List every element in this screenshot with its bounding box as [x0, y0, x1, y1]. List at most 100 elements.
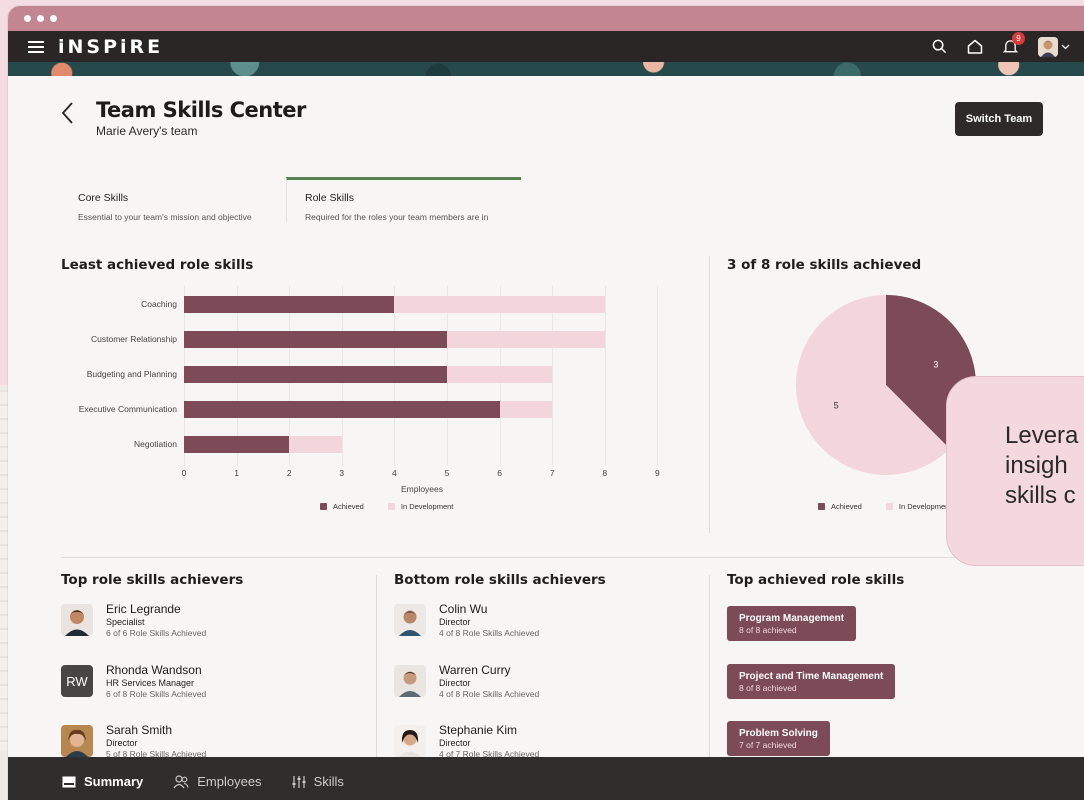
- nav-label: Summary: [84, 774, 144, 789]
- tab-core-skills[interactable]: Core Skills Essential to your team's mis…: [60, 177, 286, 222]
- top-achievers-title: Top role skills achievers: [61, 572, 244, 588]
- bar-in-development: [499, 401, 553, 418]
- bar-chart-legend: Achieved In Development: [320, 502, 453, 511]
- skill-name: Project and Time Management: [739, 671, 884, 682]
- home-icon[interactable]: [967, 39, 983, 54]
- column-divider: [376, 575, 377, 770]
- tab-label: Core Skills: [78, 192, 129, 204]
- bottom-navigation: Summary Employees Skills: [8, 757, 1084, 800]
- avatar: RW: [61, 665, 93, 697]
- top-achiever-item[interactable]: Sarah Smith Director 5 of 8 Role Skills …: [61, 723, 206, 759]
- window-close-dot[interactable]: [24, 15, 31, 22]
- grid-line: [657, 286, 659, 466]
- avatar: [61, 725, 93, 757]
- x-tick-label: 4: [392, 468, 397, 478]
- skill-pill[interactable]: Project and Time Management 8 of 8 achie…: [727, 664, 896, 699]
- pie-slice-label: 3: [933, 359, 938, 369]
- user-avatar: [1038, 36, 1058, 57]
- person-role: Director: [439, 738, 471, 748]
- person-name: Stephanie Kim: [439, 723, 518, 737]
- least-achieved-title: Least achieved role skills: [61, 257, 254, 273]
- bar-category-label: Executive Communication: [78, 404, 177, 414]
- tab-role-skills[interactable]: Role Skills Required for the roles your …: [286, 177, 521, 222]
- window-maximize-dot[interactable]: [50, 15, 57, 22]
- nav-summary[interactable]: Summary: [62, 774, 143, 789]
- skill-pill[interactable]: Problem Solving 7 of 7 achieved: [727, 721, 830, 756]
- bar-achieved: [184, 366, 447, 383]
- bottom-achievers-title: Bottom role skills achievers: [394, 572, 606, 588]
- person-role: Director: [106, 738, 138, 748]
- person-role: HR Services Manager: [106, 678, 195, 688]
- page-header: Team Skills Center Marie Avery's team: [60, 98, 306, 138]
- bar-in-development: [447, 366, 553, 383]
- window-minimize-dot[interactable]: [37, 15, 44, 22]
- legend-swatch: [818, 503, 825, 510]
- bar-in-development: [289, 436, 342, 453]
- grid-line: [604, 286, 606, 466]
- back-button[interactable]: [60, 98, 86, 128]
- bar-in-development: [394, 296, 605, 313]
- skill-name: Problem Solving: [739, 728, 818, 739]
- top-achiever-item[interactable]: RW Rhonda Wandson HR Services Manager 6 …: [61, 663, 206, 699]
- page-title: Team Skills Center: [96, 98, 306, 122]
- legend-label: In Development: [898, 502, 952, 511]
- bar-category-label: Negotiation: [133, 439, 177, 449]
- person-name: Colin Wu: [439, 602, 488, 616]
- skill-count: 8 of 8 achieved: [739, 683, 797, 693]
- bar-achieved: [184, 296, 395, 313]
- brand-logo: iNSPiRE: [58, 35, 164, 58]
- callout-line: Levera: [1005, 422, 1079, 449]
- skill-count: 7 of 7 achieved: [739, 740, 797, 750]
- search-icon[interactable]: [932, 39, 947, 54]
- person-role: Director: [439, 678, 471, 688]
- avatar: [394, 604, 426, 636]
- skill-pill[interactable]: Program Management 8 of 8 achieved: [727, 606, 857, 641]
- person-skill-count: 4 of 8 Role Skills Achieved: [439, 628, 540, 638]
- x-tick-label: 7: [549, 468, 555, 478]
- legend-item: In Development: [387, 502, 453, 511]
- legend-swatch: [320, 503, 327, 510]
- legend-swatch: [387, 503, 395, 510]
- person-skill-count: 4 of 8 Role Skills Achieved: [439, 689, 540, 699]
- pie-chart-legend: Achieved In Development: [818, 502, 951, 511]
- summary-icon: [62, 776, 76, 787]
- nav-label: Skills: [313, 774, 344, 789]
- bottom-achiever-item[interactable]: Colin Wu Director 4 of 8 Role Skills Ach…: [394, 602, 539, 638]
- nav-employees[interactable]: Employees: [173, 774, 262, 789]
- hamburger-menu-icon[interactable]: [28, 40, 44, 53]
- notifications-button[interactable]: 9: [1003, 32, 1025, 54]
- skill-tabs: Core Skills Essential to your team's mis…: [60, 177, 521, 222]
- x-axis-label: Employees: [400, 484, 444, 494]
- bar-achieved: [184, 331, 447, 348]
- app-bar: iNSPiRE 9: [8, 31, 1084, 62]
- grid-line: [552, 286, 554, 466]
- skills-icon: [292, 775, 306, 788]
- x-tick-label: 6: [497, 468, 502, 478]
- x-tick-label: 2: [286, 468, 292, 478]
- x-tick-label: 0: [181, 468, 187, 478]
- decorative-banner: [8, 62, 1084, 76]
- tab-description: Required for the roles your team members…: [305, 212, 489, 222]
- bottom-achiever-item[interactable]: Warren Curry Director 4 of 8 Role Skills…: [394, 663, 539, 699]
- nav-skills[interactable]: Skills: [292, 774, 344, 789]
- person-role: Director: [439, 617, 471, 627]
- person-skill-count: 6 of 8 Role Skills Achieved: [106, 689, 207, 699]
- top-achiever-item[interactable]: Eric Legrande Specialist 6 of 6 Role Ski…: [61, 602, 206, 638]
- x-tick-label: 8: [602, 468, 608, 478]
- switch-team-button[interactable]: Switch Team: [955, 102, 1043, 136]
- column-divider: [709, 575, 710, 770]
- page-subtitle: Marie Avery's team: [96, 124, 198, 138]
- nav-label: Employees: [197, 774, 262, 789]
- callout-line: skills c: [1005, 482, 1076, 509]
- person-name: Eric Legrande: [106, 602, 181, 616]
- person-name: Warren Curry: [439, 663, 511, 677]
- marketing-callout: Levera insigh skills c: [946, 376, 1084, 566]
- skill-name: Program Management: [739, 613, 845, 624]
- person-name: Sarah Smith: [106, 723, 173, 737]
- user-menu-button[interactable]: [1038, 36, 1070, 57]
- top-skills-title: Top achieved role skills: [727, 572, 905, 588]
- legend-label: Achieved: [333, 502, 364, 511]
- notification-badge: 9: [1012, 32, 1025, 45]
- legend-item: In Development: [885, 502, 952, 511]
- bottom-achiever-item[interactable]: Stephanie Kim Director 4 of 7 Role Skill…: [394, 723, 539, 759]
